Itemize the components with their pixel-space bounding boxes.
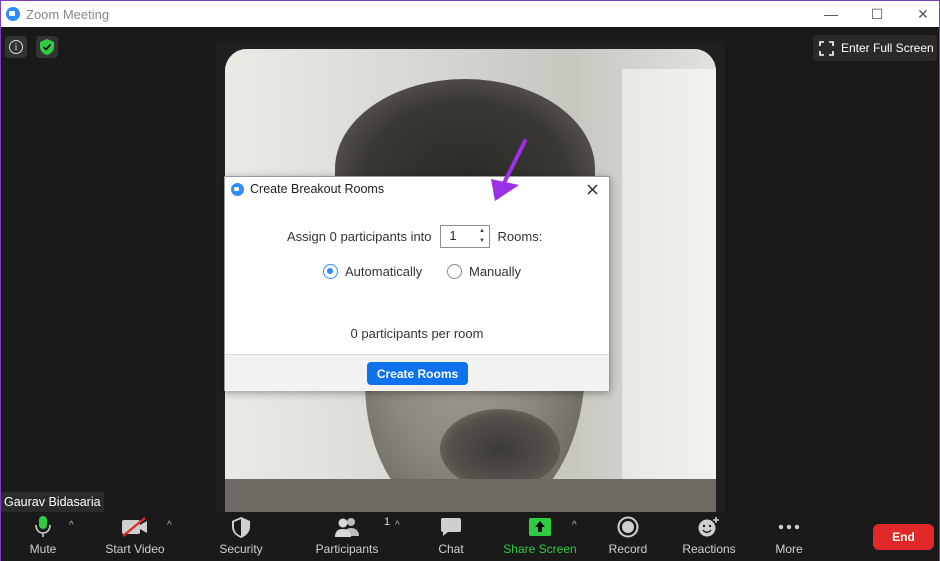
security-button[interactable]: Security: [213, 512, 269, 561]
video-options-caret-icon[interactable]: ^: [167, 520, 177, 531]
more-label: More: [775, 542, 803, 556]
radio-unselected-icon[interactable]: [447, 264, 462, 279]
start-video-label: Start Video: [105, 542, 165, 556]
record-icon: [617, 516, 639, 538]
microphone-icon: [35, 516, 51, 537]
rooms-count-stepper[interactable]: 1 ▲ ▼: [439, 225, 490, 248]
shield-icon: [232, 516, 250, 538]
fullscreen-label: Enter Full Screen: [841, 41, 934, 55]
assign-row: Assign 0 participants into 1 ▲ ▼ Rooms:: [287, 225, 542, 248]
rooms-count-value: 1: [449, 229, 457, 243]
participants-button[interactable]: 1 Participants: [311, 512, 390, 561]
participants-label: Participants: [315, 542, 379, 556]
meeting-info-button[interactable]: i: [5, 36, 27, 58]
stepper-down-icon[interactable]: ▼: [479, 238, 485, 245]
create-breakout-rooms-dialog: Create Breakout Rooms Assign 0 participa…: [224, 176, 610, 391]
annotation-arrow-icon: [491, 139, 527, 201]
zoom-app-icon: [6, 7, 20, 21]
encryption-shield-button[interactable]: [36, 36, 58, 58]
radio-automatically-label: Automatically: [345, 264, 423, 279]
assign-prefix-label: Assign 0 participants into: [287, 229, 432, 244]
share-screen-arrow-icon: [529, 518, 551, 536]
meeting-toolbar: Mute ^ Start Video ^ Security 1 Particip…: [1, 512, 939, 561]
stepper-up-icon[interactable]: ▲: [479, 228, 485, 235]
create-rooms-button[interactable]: Create Rooms: [367, 362, 468, 385]
share-options-caret-icon[interactable]: ^: [572, 520, 582, 531]
radio-automatically[interactable]: Automatically: [323, 264, 422, 279]
participant-name-tag: Gaurav Bidasaria: [1, 492, 104, 512]
reactions-emoji-icon: [698, 517, 719, 537]
mute-label: Mute: [29, 542, 57, 556]
enter-full-screen-button[interactable]: Enter Full Screen: [813, 35, 937, 61]
shield-check-icon: [40, 39, 54, 55]
title-bar: Zoom Meeting — ☐ ✕: [1, 1, 939, 27]
audio-options-caret-icon[interactable]: ^: [69, 520, 79, 531]
minimize-button[interactable]: —: [808, 1, 854, 27]
reactions-label: Reactions: [682, 542, 736, 556]
participants-options-caret-icon[interactable]: ^: [395, 520, 405, 531]
maximize-icon: ☐: [870, 5, 884, 22]
info-icon: i: [9, 40, 23, 54]
window-title: Zoom Meeting: [26, 6, 110, 22]
radio-manually[interactable]: Manually: [447, 264, 521, 279]
reactions-button[interactable]: Reactions: [679, 512, 739, 561]
chat-button[interactable]: Chat: [433, 512, 469, 561]
zoom-window: Zoom Meeting — ☐ ✕ i Enter Full Screen G…: [0, 0, 940, 561]
participants-count: 1: [384, 516, 391, 528]
more-button[interactable]: More: [771, 512, 807, 561]
dialog-footer: Create Rooms: [225, 354, 609, 391]
close-icon: ✕: [917, 5, 929, 22]
video-off-icon: [122, 517, 147, 537]
radio-selected-icon[interactable]: [323, 264, 338, 279]
chat-icon: [441, 518, 461, 536]
dialog-title: Create Breakout Rooms: [250, 182, 385, 196]
close-window-button[interactable]: ✕: [900, 1, 940, 27]
zoom-app-icon: [231, 182, 244, 196]
rooms-label: Rooms:: [497, 229, 543, 244]
share-screen-button[interactable]: Share Screen: [501, 512, 579, 561]
security-label: Security: [219, 542, 263, 556]
record-label: Record: [608, 542, 648, 556]
participants-icon: [335, 518, 359, 537]
fullscreen-icon: [819, 40, 834, 56]
share-screen-label: Share Screen: [503, 542, 577, 556]
maximize-button[interactable]: ☐: [854, 1, 900, 27]
start-video-button[interactable]: Start Video: [101, 512, 169, 561]
minimize-icon: —: [824, 6, 838, 22]
dialog-close-button[interactable]: [583, 180, 601, 198]
close-icon: [587, 184, 597, 194]
radio-manually-label: Manually: [469, 264, 522, 279]
mute-button[interactable]: Mute: [23, 512, 63, 561]
dialog-title-bar: Create Breakout Rooms: [225, 177, 609, 201]
chat-label: Chat: [438, 542, 464, 556]
more-dots-icon: [778, 524, 800, 530]
record-button[interactable]: Record: [605, 512, 651, 561]
participants-per-room-text: 0 participants per room: [350, 326, 484, 341]
end-meeting-button[interactable]: End: [873, 524, 934, 550]
